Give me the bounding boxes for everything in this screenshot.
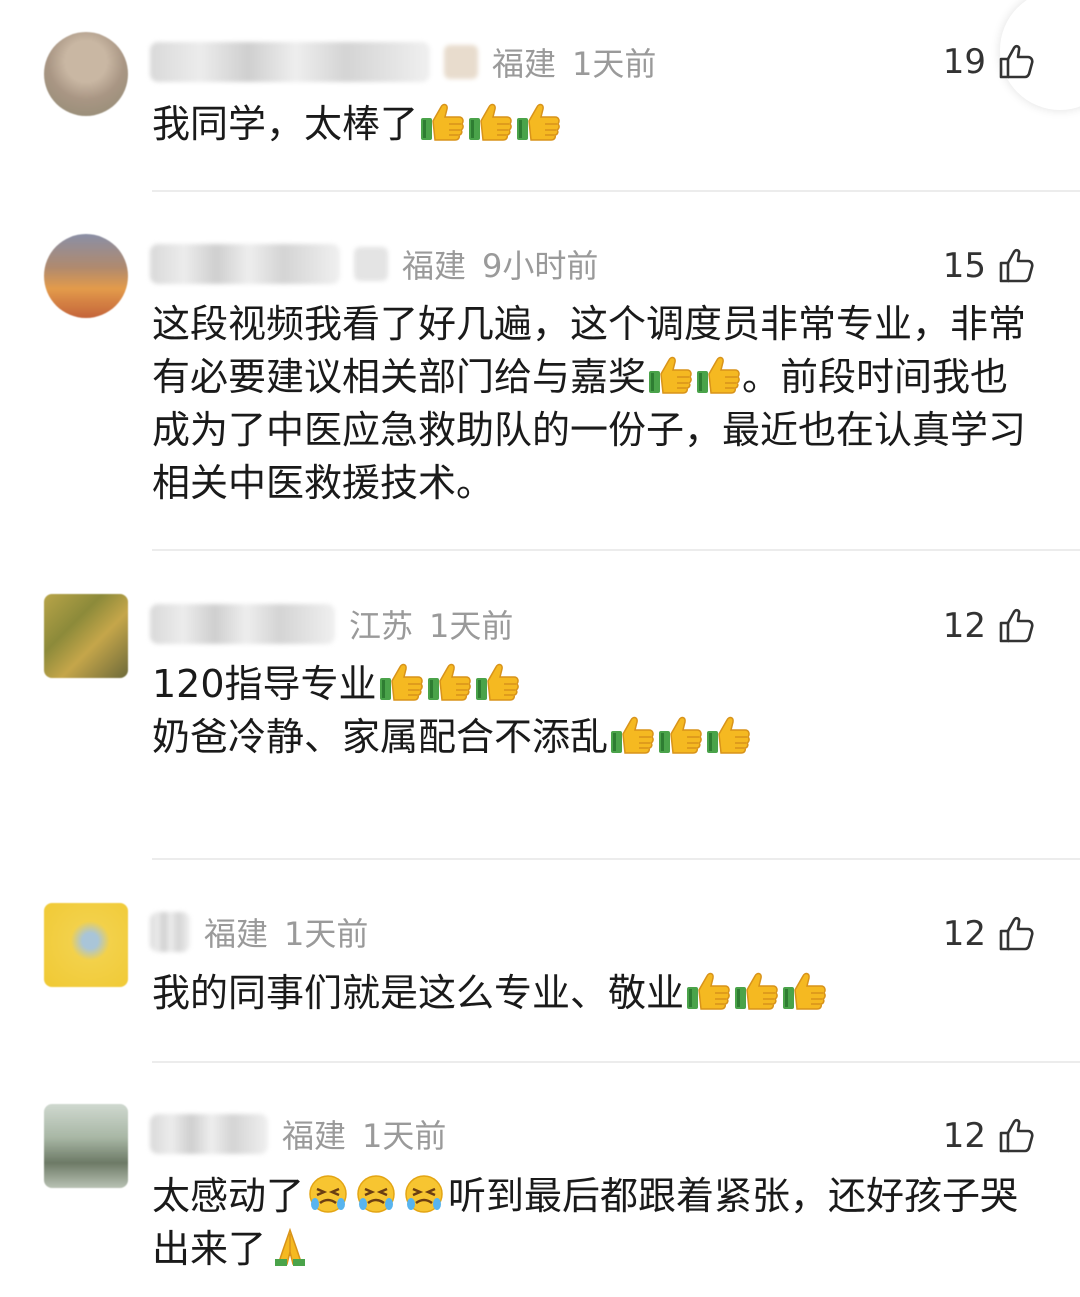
timestamp: 1天前: [429, 607, 514, 645]
like-count: 19: [942, 42, 986, 82]
crying-face-emoji: [305, 1173, 351, 1215]
timestamp: 1天前: [284, 915, 369, 953]
user-badge: [354, 247, 388, 281]
comment-meta: 福建 1天前: [150, 908, 368, 956]
like-button[interactable]: 12: [943, 910, 1034, 958]
thumbs-up-emoji: [378, 661, 424, 703]
like-button[interactable]: 19: [943, 38, 1034, 86]
avatar[interactable]: [44, 234, 128, 318]
thumbs-up-outline-icon: [998, 44, 1034, 80]
thumbs-up-emoji: [647, 354, 693, 396]
thumbs-up-emoji: [426, 661, 472, 703]
crying-face-emoji: [401, 1173, 447, 1215]
thumbs-up-emoji: [609, 714, 655, 756]
username[interactable]: [150, 244, 340, 284]
timestamp: 1天前: [572, 45, 657, 83]
comment-meta: 福建 1天前: [150, 1110, 446, 1158]
thumbs-up-emoji: [657, 714, 703, 756]
comment-text: 我的同事们就是这么专业、敬业: [152, 967, 1042, 1020]
thumbs-up-emoji: [515, 101, 561, 143]
thumbs-up-emoji: [733, 970, 779, 1012]
username[interactable]: [150, 1114, 268, 1154]
username[interactable]: [150, 604, 335, 644]
divider: [152, 858, 1080, 860]
folded-hands-emoji: [267, 1226, 313, 1268]
comment-body: 奶爸冷静、家属配合不添乱: [152, 715, 609, 759]
comment-text: 这段视频我看了好几遍，这个调度员非常专业，非常有必要建议相关部门给与嘉奖 。前段时…: [152, 298, 1042, 510]
avatar[interactable]: [44, 903, 128, 987]
like-button[interactable]: 15: [943, 242, 1034, 290]
comment-body: 我的同事们就是这么专业、敬业: [152, 971, 685, 1015]
divider: [152, 1061, 1080, 1063]
like-count: 12: [942, 914, 986, 954]
avatar[interactable]: [44, 32, 128, 116]
avatar[interactable]: [44, 594, 128, 678]
user-badge: [444, 45, 478, 79]
location: 福建: [402, 247, 467, 285]
divider: [152, 190, 1080, 192]
comment-meta: 福建 9小时前: [150, 240, 598, 288]
timestamp: 9小时前: [482, 247, 599, 285]
thumbs-up-emoji: [419, 101, 465, 143]
crying-face-emoji: [353, 1173, 399, 1215]
username[interactable]: [150, 42, 430, 82]
thumbs-up-outline-icon: [998, 248, 1034, 284]
avatar[interactable]: [44, 1104, 128, 1188]
comment-text: 我同学，太棒了: [152, 98, 1042, 151]
thumbs-up-emoji: [695, 354, 741, 396]
like-count: 12: [942, 606, 986, 646]
thumbs-up-emoji: [685, 970, 731, 1012]
thumbs-up-emoji: [705, 714, 751, 756]
comment-text: 太感动了 听到最后都跟着紧张，还好孩子哭出来了: [152, 1170, 1042, 1276]
comment-body: 太感动了: [152, 1174, 305, 1218]
comment-meta: 福建 1天前: [150, 38, 656, 86]
username[interactable]: [150, 912, 190, 952]
like-button[interactable]: 12: [943, 1112, 1034, 1160]
thumbs-up-outline-icon: [998, 608, 1034, 644]
like-button[interactable]: 12: [943, 602, 1034, 650]
comment-body: 120指导专业: [152, 662, 377, 706]
location: 江苏: [349, 607, 414, 645]
like-count: 12: [942, 1116, 986, 1156]
thumbs-up-outline-icon: [998, 1118, 1034, 1154]
comment-text: 120指导专业 奶爸冷静、家属配合不添乱: [152, 658, 1042, 764]
like-count: 15: [942, 246, 986, 286]
comment-meta: 江苏 1天前: [150, 600, 513, 648]
location: 福建: [282, 1117, 347, 1155]
thumbs-up-emoji: [467, 101, 513, 143]
thumbs-up-emoji: [781, 970, 827, 1012]
thumbs-up-emoji: [474, 661, 520, 703]
thumbs-up-outline-icon: [998, 916, 1034, 952]
divider: [152, 549, 1080, 551]
location: 福建: [204, 915, 269, 953]
location: 福建: [492, 45, 557, 83]
timestamp: 1天前: [362, 1117, 447, 1155]
comment-body: 我同学，太棒了: [152, 102, 419, 146]
